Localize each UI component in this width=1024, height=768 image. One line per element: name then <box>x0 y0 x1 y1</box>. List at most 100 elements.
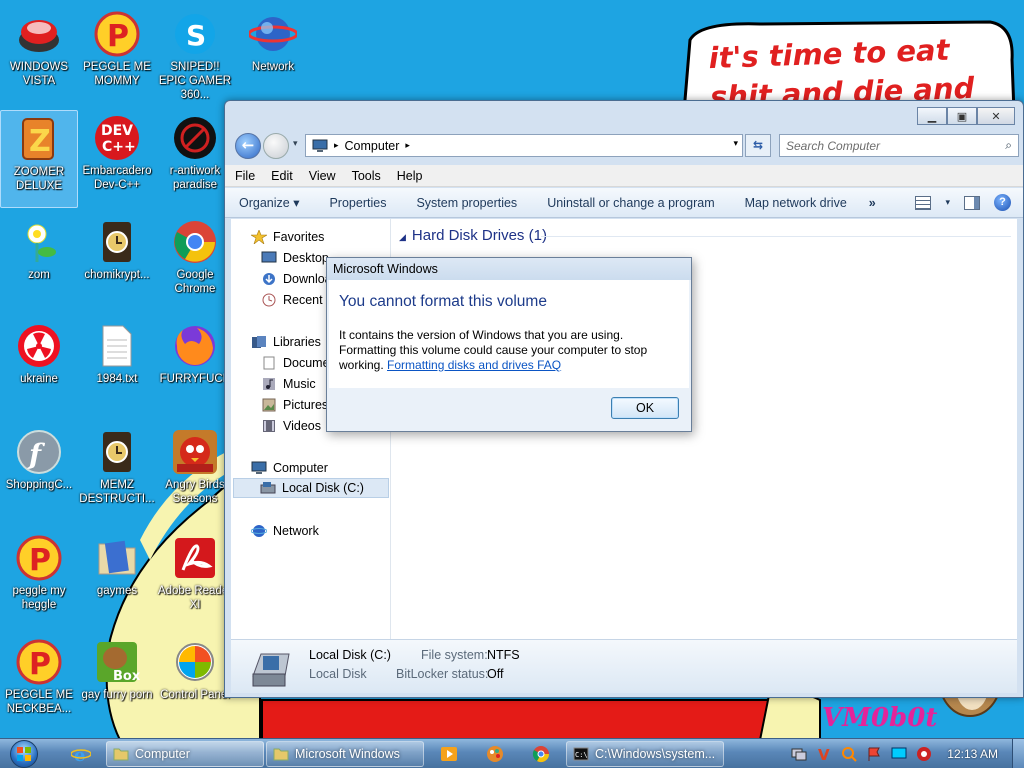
desktop-icon-label: peggle my heggle <box>12 585 66 611</box>
desktop-icon-ukraine[interactable]: ukraine <box>0 318 78 416</box>
desktop-icon-windows-vista[interactable]: WINDOWS VISTA <box>0 6 78 104</box>
taskbar-media-player-button[interactable] <box>434 742 464 766</box>
desktop-icon-zoomer-deluxe[interactable]: Z ZOOMER DELUXE <box>0 110 78 208</box>
desktop-icon-memz[interactable]: MEMZ DESTRUCTI... <box>78 424 156 522</box>
desktop-icon-peggle-me-mommy[interactable]: P PEGGLE ME MOMMY <box>78 6 156 104</box>
desktop-icon-adobe-reader[interactable]: Adobe Reader XI <box>156 530 234 628</box>
desktop-icon-label: ShoppingC... <box>5 479 73 491</box>
desktop-icon-network[interactable]: Network <box>234 6 312 104</box>
minimize-button[interactable]: ▁ <box>917 107 947 125</box>
map-network-drive-button[interactable]: Map network drive <box>745 196 847 210</box>
breadcrumb-arrow[interactable]: ▸ <box>334 140 339 151</box>
recent-pages-dropdown[interactable]: ▾ <box>293 139 298 149</box>
desktop-icon-google-chrome[interactable]: Google Chrome <box>156 214 234 312</box>
start-button[interactable] <box>4 739 44 768</box>
more-commands-button[interactable]: » <box>869 196 876 210</box>
show-desktop-button[interactable] <box>1012 739 1024 768</box>
desktop-icon-control-panel[interactable]: Control Panel <box>156 634 234 732</box>
breadcrumb-arrow[interactable]: ▸ <box>405 140 410 151</box>
ok-button[interactable]: OK <box>611 397 679 419</box>
taskbar-item-microsoft-windows[interactable]: Microsoft Windows <box>266 741 424 767</box>
properties-button[interactable]: Properties <box>329 196 386 210</box>
desktop-icon-label: 1984.txt <box>96 373 138 385</box>
close-button[interactable]: ✕ <box>977 107 1015 125</box>
desktop-icon-label: WINDOWS VISTA <box>9 61 69 87</box>
menu-help[interactable]: Help <box>397 169 423 183</box>
back-button[interactable]: ← <box>235 133 261 159</box>
desktop-icon-peggle-my-heggle[interactable]: P peggle my heggle <box>0 530 78 628</box>
menu-edit[interactable]: Edit <box>271 169 293 183</box>
organize-button[interactable]: Organize ▾ <box>239 195 299 210</box>
desktop-icon-gaymes[interactable]: gaymes <box>78 530 156 628</box>
svg-text:DEV: DEV <box>101 123 133 139</box>
desktop-icon-chomikrypt[interactable]: chomikrypt... <box>78 214 156 312</box>
search-tray-icon[interactable] <box>841 746 858 762</box>
desktop-icon-angry-birds[interactable]: Angry Birds Seasons <box>156 424 234 522</box>
nav-computer[interactable]: Computer <box>251 458 328 478</box>
devcpp-icon: DEVC++ <box>95 116 139 160</box>
address-bar[interactable]: ▸ Computer ▸ ▾ <box>305 134 743 157</box>
desktop-icon-label: FURRYFUCK <box>159 373 231 385</box>
group-header-label: Hard Disk Drives (1) <box>411 227 547 244</box>
nav-network[interactable]: Network <box>251 521 319 541</box>
antivirus-icon[interactable]: V <box>816 746 832 762</box>
nav-label: Music <box>283 377 316 391</box>
desktop-icon-zom[interactable]: zom <box>0 214 78 312</box>
system-properties-button[interactable]: System properties <box>416 196 517 210</box>
libraries-icon <box>252 336 266 348</box>
menu-file[interactable]: File <box>235 169 255 183</box>
desktop-icon-peggle-me-neckbeard[interactable]: P PEGGLE ME NECKBEA... <box>0 634 78 732</box>
nav-libraries[interactable]: Libraries <box>251 332 321 352</box>
text-file-icon <box>102 325 132 367</box>
group-header-hard-disk-drives[interactable]: ◢ Hard Disk Drives (1) <box>399 227 547 244</box>
view-dropdown-icon[interactable]: ▾ <box>945 197 950 208</box>
desktop-icon-devcpp[interactable]: DEV C++ Embarcadero Dev-C++ <box>78 110 156 208</box>
forward-button[interactable] <box>263 133 289 159</box>
desktop-icon-1984-txt[interactable]: 1984.txt <box>78 318 156 416</box>
formatting-faq-link[interactable]: Formatting disks and drives FAQ <box>387 358 561 372</box>
change-view-icon[interactable] <box>915 195 932 210</box>
search-icon[interactable]: ⌕ <box>1005 138 1012 153</box>
nav-favorites[interactable]: Favorites <box>251 227 324 247</box>
display-icon[interactable] <box>891 746 907 762</box>
desktop-icon-gay-furry-porn[interactable]: Box gay furry porn <box>78 634 156 732</box>
recent-places-icon <box>262 293 276 307</box>
folder-icon <box>98 540 136 575</box>
refresh-icon: ⇆ <box>752 138 764 152</box>
nav-local-disk-c[interactable]: Local Disk (C:) <box>233 478 389 498</box>
taskbar-item-cmd[interactable]: C:\ C:\Windows\system... <box>566 741 724 767</box>
preview-pane-icon[interactable] <box>964 195 980 210</box>
nav-pictures[interactable]: Pictures <box>261 395 328 415</box>
collapse-triangle-icon[interactable]: ◢ <box>399 232 406 242</box>
menu-tools[interactable]: Tools <box>352 169 381 183</box>
address-dropdown-icon[interactable]: ▾ <box>733 138 738 149</box>
network-tray-icon[interactable] <box>791 746 807 762</box>
peggle-icon: P <box>16 535 62 581</box>
clock[interactable]: 12:13 AM <box>947 747 998 761</box>
window-caption-buttons: ▁ ▣ ✕ <box>917 107 1015 125</box>
hard-drive-icon <box>260 482 276 494</box>
desktop-icon-furryfuck[interactable]: FURRYFUCK <box>156 318 234 416</box>
breadcrumb-computer[interactable]: Computer <box>345 139 400 153</box>
desktop-icon-shoppingc[interactable]: f ShoppingC... <box>0 424 78 522</box>
volume-icon[interactable] <box>916 746 932 762</box>
search-box[interactable]: Search Computer ⌕ <box>779 134 1019 157</box>
maximize-button[interactable]: ▣ <box>947 107 977 125</box>
wallpaper-signature: VM0b0t <box>822 703 938 733</box>
menu-view[interactable]: View <box>309 169 336 183</box>
taskbar-item-computer[interactable]: Computer <box>106 741 264 767</box>
nav-music[interactable]: Music <box>261 374 316 394</box>
desktop-icon-antiwork[interactable]: r-antiwork paradise <box>156 110 234 208</box>
nav-desktop[interactable]: Desktop <box>261 248 329 268</box>
taskbar-chrome-button[interactable] <box>526 742 556 766</box>
uninstall-program-button[interactable]: Uninstall or change a program <box>547 196 714 210</box>
svg-text:P: P <box>29 647 51 682</box>
refresh-button[interactable]: ⇆ <box>745 134 771 157</box>
nav-videos[interactable]: Videos <box>261 416 321 436</box>
flag-icon[interactable] <box>866 746 882 762</box>
dialog-message: It contains the version of Windows that … <box>339 328 679 373</box>
taskbar-paint-button[interactable] <box>480 742 510 766</box>
desktop-icon-sniped[interactable]: S SNIPED!! EPIC GAMER 360... <box>156 6 234 104</box>
help-icon[interactable]: ? <box>994 194 1011 211</box>
taskbar-ie-button[interactable]: e <box>66 742 96 766</box>
